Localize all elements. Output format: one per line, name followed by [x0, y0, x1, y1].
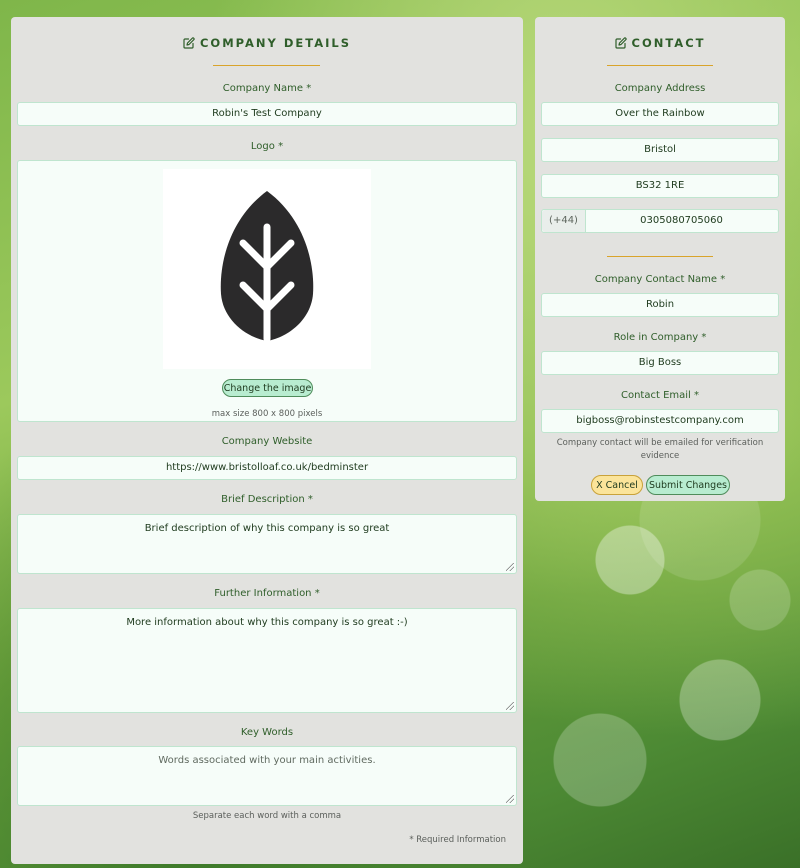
company-address-label: Company Address	[614, 83, 706, 94]
key-words-textarea[interactable]: Words associated with your main activiti…	[17, 746, 517, 806]
phone-prefix: (+44)	[542, 210, 586, 232]
address-line1-input[interactable]: Over the Rainbow	[541, 102, 779, 126]
resize-handle[interactable]	[506, 795, 514, 803]
contact-name-input[interactable]: Robin	[541, 293, 779, 317]
leaf-icon	[220, 191, 314, 343]
phone-input[interactable]: 0305080705060	[585, 210, 778, 232]
address-line2-input[interactable]: Bristol	[541, 138, 779, 162]
edit-icon	[614, 37, 627, 49]
phone-field: (+44) 0305080705060	[541, 209, 779, 233]
heading-divider	[213, 65, 320, 66]
role-input[interactable]: Big Boss	[541, 351, 779, 375]
change-image-button[interactable]: Change the image	[222, 379, 313, 397]
role-label: Role in Company *	[613, 332, 707, 343]
company-website-label: Company Website	[221, 436, 313, 447]
cancel-button[interactable]: X Cancel	[591, 475, 643, 495]
further-information-label: Further Information *	[214, 588, 320, 599]
contact-email-label: Contact Email *	[620, 390, 699, 401]
company-details-panel: COMPANY DETAILS Company Name * Robin's T…	[11, 17, 523, 864]
brief-description-text: Brief description of why this company is…	[144, 523, 390, 534]
resize-handle[interactable]	[506, 563, 514, 571]
brief-description-textarea[interactable]: Brief description of why this company is…	[17, 514, 517, 574]
company-details-heading: COMPANY DETAILS	[11, 36, 523, 50]
brief-description-label: Brief Description *	[221, 494, 313, 505]
key-words-note: Separate each word with a comma	[192, 811, 342, 821]
resize-handle[interactable]	[506, 702, 514, 710]
logo-image	[163, 169, 371, 369]
contact-title: CONTACT	[631, 36, 706, 50]
further-information-textarea[interactable]: More information about why this company …	[17, 608, 517, 713]
contact-email-input[interactable]: bigboss@robinstestcompany.com	[541, 409, 779, 433]
logo-size-note: max size 800 x 800 pixels	[211, 409, 323, 419]
contact-name-label: Company Contact Name *	[594, 274, 726, 285]
postcode-input[interactable]: BS32 1RE	[541, 174, 779, 198]
company-name-label: Company Name *	[222, 83, 312, 94]
contact-heading: CONTACT	[535, 36, 785, 50]
logo-box: Change the image max size 800 x 800 pixe…	[17, 160, 517, 422]
section-divider	[607, 256, 713, 257]
key-words-label: Key Words	[240, 727, 294, 738]
heading-divider	[607, 65, 713, 66]
company-details-title: COMPANY DETAILS	[199, 36, 352, 50]
logo-label: Logo *	[250, 141, 284, 152]
company-name-input[interactable]: Robin's Test Company	[17, 102, 517, 126]
key-words-placeholder: Words associated with your main activiti…	[158, 755, 376, 766]
submit-changes-button[interactable]: Submit Changes	[646, 475, 730, 495]
contact-panel: CONTACT Company Address Over the Rainbow…	[535, 17, 785, 501]
company-website-input[interactable]: https://www.bristolloaf.co.uk/bedminster	[17, 456, 517, 480]
edit-icon	[183, 37, 195, 49]
verification-note: Company contact will be emailed for veri…	[556, 438, 764, 461]
further-information-text: More information about why this company …	[126, 617, 408, 628]
required-information-note: * Required Information	[409, 835, 506, 845]
